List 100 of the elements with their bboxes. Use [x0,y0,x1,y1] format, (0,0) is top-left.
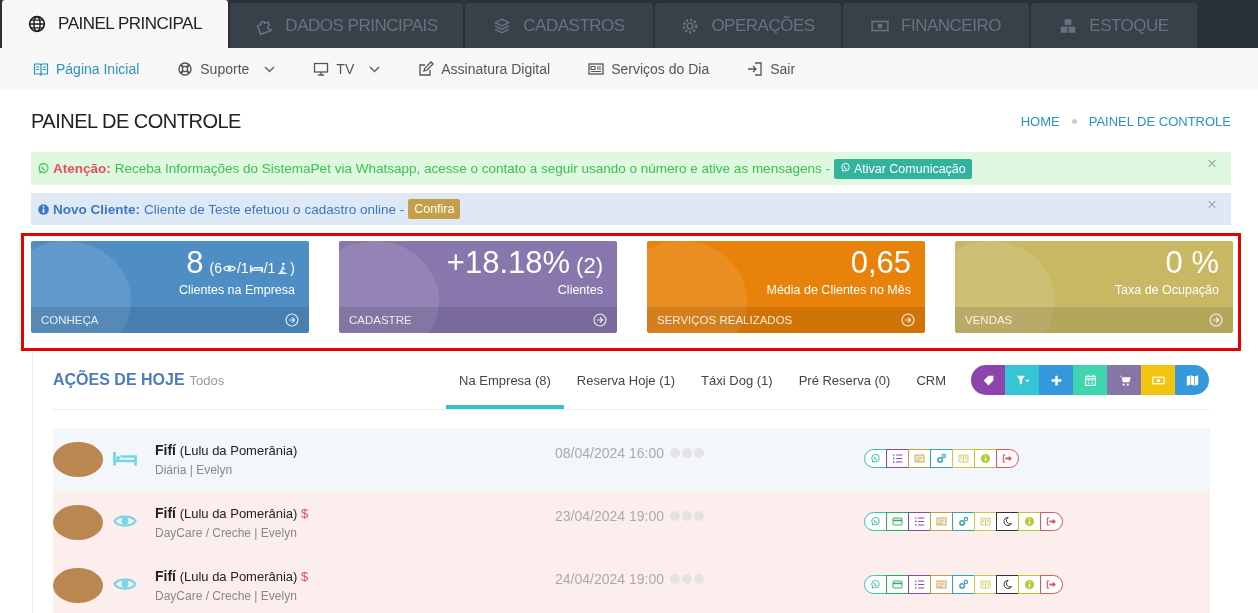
whatsapp-icon [37,162,50,175]
stat-footer-link[interactable]: CADASTRE [339,307,617,333]
menu-link[interactable]: Serviços do Dia [588,61,710,77]
close-button[interactable]: × [1207,195,1217,215]
row-action-button[interactable] [886,511,909,531]
globe-icon [28,15,47,33]
exit-icon [1046,578,1057,590]
menu-link[interactable]: TV [313,61,381,77]
service-details: DayCare / Creche | Evelyn [155,526,298,540]
alert-action-button[interactable]: Ativar Comunicação [833,158,972,179]
toolbar-button[interactable] [1039,365,1073,395]
stat-footer-link[interactable]: CONHEÇA [31,307,309,333]
stat-footer-link[interactable]: VENDAS [955,307,1233,333]
status-dots [670,447,704,458]
book-icon [33,61,49,77]
menu-link[interactable]: Sair [747,61,796,77]
moon-icon [1002,515,1013,527]
credit-card-icon [892,578,903,590]
appointment-datetime: 24/04/2024 19:00 [555,570,664,587]
alert-action-button[interactable]: Confira [408,199,461,219]
row-action-button[interactable] [908,574,931,594]
book-icon [980,578,991,590]
calendar-icon [1083,373,1097,387]
whatsapp-icon [870,515,881,527]
exit-icon [747,61,764,77]
pet-name: Fifí (Lulu da Pomerânia) $ [155,568,310,584]
alert-message: Cliente de Teste efetuou o cadastro online - [144,201,405,217]
page-title: PAINEL DE CONTROLE [31,109,241,133]
stat-label: Taxa de Ocupação [1114,283,1219,297]
info-icon [1024,515,1035,527]
monitor-icon [313,61,330,77]
map-icon [1185,373,1199,387]
toolbar-button[interactable] [1175,365,1209,395]
alert-label: Atenção: [53,161,111,176]
whatsapp-icon [870,452,881,464]
alert-label: Novo Cliente: [53,201,140,217]
arrow-circle-icon [593,313,607,327]
stat-count: (6 [209,260,222,276]
whatsapp-icon [870,578,881,590]
toolbar-button[interactable] [1107,365,1141,395]
row-action-button[interactable] [886,448,909,468]
service-details: DayCare / Creche | Evelyn [155,589,298,603]
stat-value: 8 [186,245,204,281]
lifebuoy-icon [177,61,194,77]
stat-label: Clientes [557,283,603,297]
exit-icon [1002,452,1013,464]
close-button[interactable]: × [1207,154,1217,174]
filter-icon [1015,373,1029,387]
nav-tab[interactable]: PAINEL PRINCIPAL [2,0,228,48]
row-action-button[interactable] [886,574,909,594]
filter-tab[interactable]: Pré Reserva (0) [785,351,904,409]
section-title: AÇÕES DE HOJE [53,371,185,389]
id-card-icon [936,515,947,527]
breadcrumb-link[interactable]: HOME [1020,113,1060,129]
list-icon [892,452,903,464]
info-icon [1024,578,1035,590]
tag-icon [981,373,995,387]
row-action-button[interactable] [996,511,1019,531]
stat-value: 0 % [1165,245,1219,281]
whatsapp-icon [839,161,851,173]
alert-message: Receba Informações do SistemaPet via Whatsapp, acesse o contato a seguir usando o número e ative as mensagens - [114,161,830,176]
layers-icon [493,16,512,35]
pet-name: Fifí (Lulu da Pomerânia) [155,442,299,458]
menu-link[interactable]: Página Inicial [33,61,140,77]
stat-label: Clientes na Empresa [178,283,295,297]
filter-tab[interactable]: CRM [903,351,959,409]
status-dots [670,510,704,521]
row-action-button[interactable] [908,511,931,531]
filter-tab[interactable]: Na Empresa (8) [446,351,564,409]
menu-link[interactable]: Suporte [177,61,276,77]
row-action-button[interactable] [864,448,887,468]
stat-value: 0,65 [850,245,911,281]
toolbar-button[interactable] [971,365,1005,395]
service-details: Diária | Evelyn [155,463,234,477]
photo-placeholder [53,568,103,603]
exit-icon [1046,515,1057,527]
edit-icon [418,61,435,77]
info-icon [37,202,50,216]
stat-count: ) [290,260,295,276]
book-icon [958,452,969,464]
cogs-icon [958,578,969,590]
stat-count: /1 [263,260,276,276]
walker-icon [276,261,290,275]
row-action-button[interactable] [996,574,1019,594]
stat-extra: (2) [576,253,603,279]
menu-link[interactable]: Assinatura Digital [418,61,551,77]
credit-card-icon [892,515,903,527]
arrow-circle-icon [901,313,915,327]
stat-count: /1 [236,260,249,276]
moon-icon [1002,578,1013,590]
filter-tab[interactable]: Reserva Hoje (1) [563,351,689,409]
filter-tab[interactable]: Táxi Dog (1) [688,351,786,409]
plus-icon [1049,373,1063,387]
info-icon [980,452,991,464]
book-icon [980,515,991,527]
breadcrumb-link[interactable]: PAINEL DE CONTROLE [1088,113,1231,129]
stat-value: +18.18% [446,245,571,281]
status-dots [670,573,704,584]
stat-footer-link[interactable]: SERVIÇOS REALIZADOS [647,307,925,333]
newspaper-icon [588,61,605,77]
